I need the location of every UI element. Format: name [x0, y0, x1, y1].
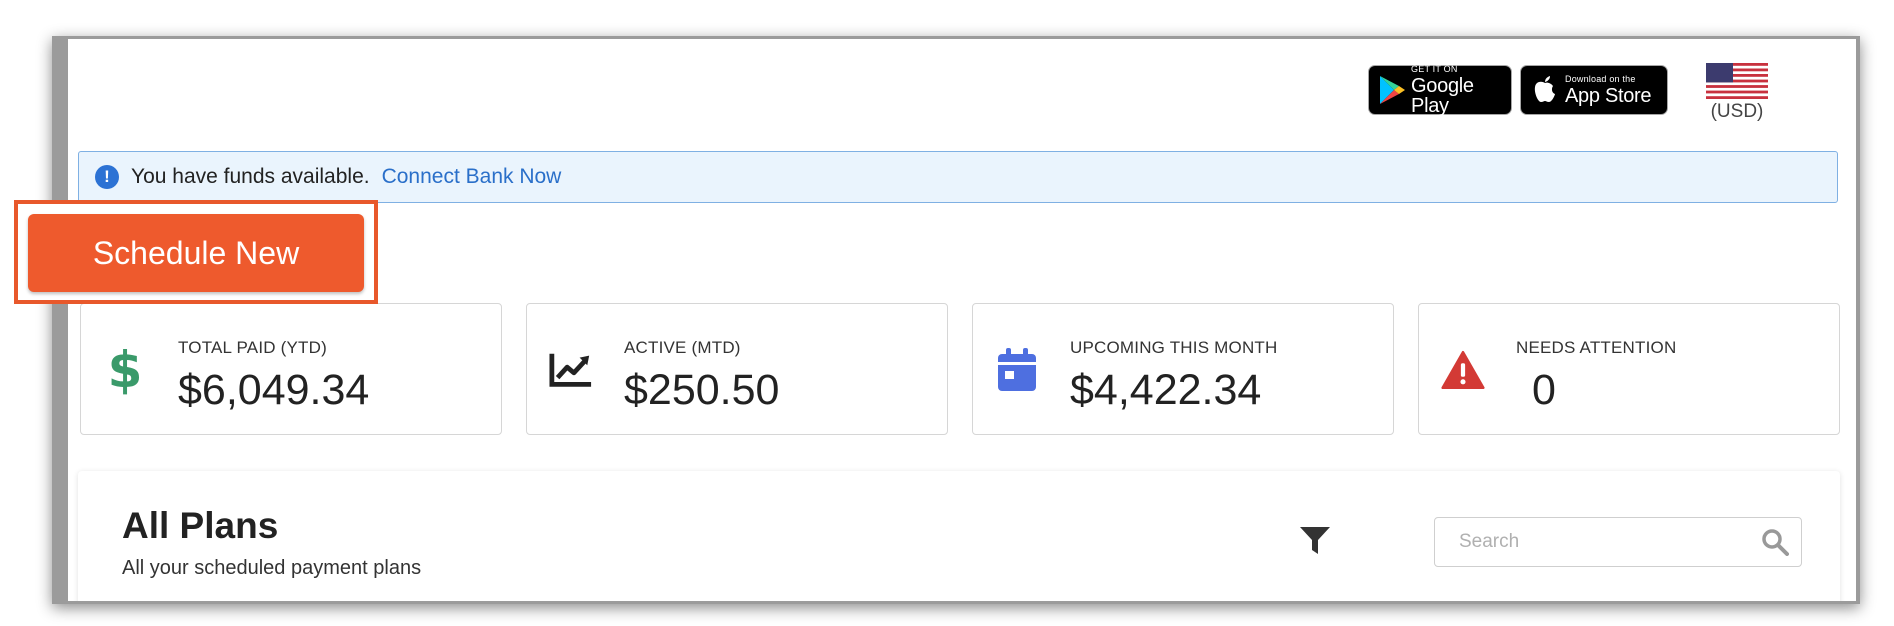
schedule-new-button[interactable]: Schedule New	[28, 214, 364, 292]
card-label: NEEDS ATTENTION	[1516, 338, 1677, 357]
app-store-small-text: Download on the	[1565, 73, 1636, 84]
app-window: GET IT ON Google Play Download on the Ap…	[52, 36, 1860, 604]
app-store-big-text: App Store	[1565, 84, 1652, 107]
card-value: $4,422.34	[1070, 366, 1262, 414]
google-play-badge[interactable]: GET IT ON Google Play	[1368, 63, 1512, 117]
warning-icon	[1441, 346, 1485, 394]
schedule-new-highlight: Schedule New	[14, 200, 378, 304]
card-needs-attention: NEEDS ATTENTION 0	[1418, 303, 1840, 435]
google-play-big-text: Google Play	[1411, 74, 1474, 117]
us-flag-icon	[1706, 63, 1768, 99]
page-subtitle: All your scheduled payment plans	[122, 557, 422, 579]
connect-bank-link[interactable]: Connect Bank Now	[382, 165, 562, 189]
card-value: $250.50	[624, 366, 780, 414]
calendar-icon	[995, 346, 1039, 394]
card-value: $6,049.34	[178, 366, 370, 414]
app-store-badge[interactable]: Download on the App Store	[1520, 65, 1668, 115]
funds-alert: ! You have funds available. Connect Bank…	[78, 151, 1838, 203]
currency-label: (USD)	[1710, 101, 1764, 122]
trend-chart-icon	[549, 346, 593, 394]
all-plans-panel: All Plans All your scheduled payment pla…	[78, 471, 1840, 601]
page-title: All Plans	[122, 505, 279, 546]
card-label: ACTIVE (MTD)	[624, 338, 741, 357]
dollar-icon: $	[107, 341, 143, 399]
card-label: TOTAL PAID (YTD)	[178, 338, 327, 357]
apple-icon	[1527, 75, 1563, 105]
google-play-small-text: GET IT ON	[1411, 63, 1458, 74]
currency-selector[interactable]: (USD)	[1697, 63, 1777, 123]
card-total-paid: $ TOTAL PAID (YTD) $6,049.34	[80, 303, 502, 435]
search-box	[1434, 517, 1802, 567]
search-icon[interactable]	[1761, 528, 1789, 556]
google-play-icon	[1375, 75, 1409, 105]
card-value: 0	[1532, 366, 1556, 414]
filter-icon[interactable]	[1298, 523, 1332, 557]
card-upcoming: UPCOMING THIS MONTH $4,422.34	[972, 303, 1394, 435]
info-icon: !	[95, 165, 119, 189]
card-active: ACTIVE (MTD) $250.50	[526, 303, 948, 435]
card-label: UPCOMING THIS MONTH	[1070, 338, 1278, 357]
alert-message: You have funds available.	[131, 165, 370, 188]
search-input[interactable]	[1457, 530, 1761, 554]
